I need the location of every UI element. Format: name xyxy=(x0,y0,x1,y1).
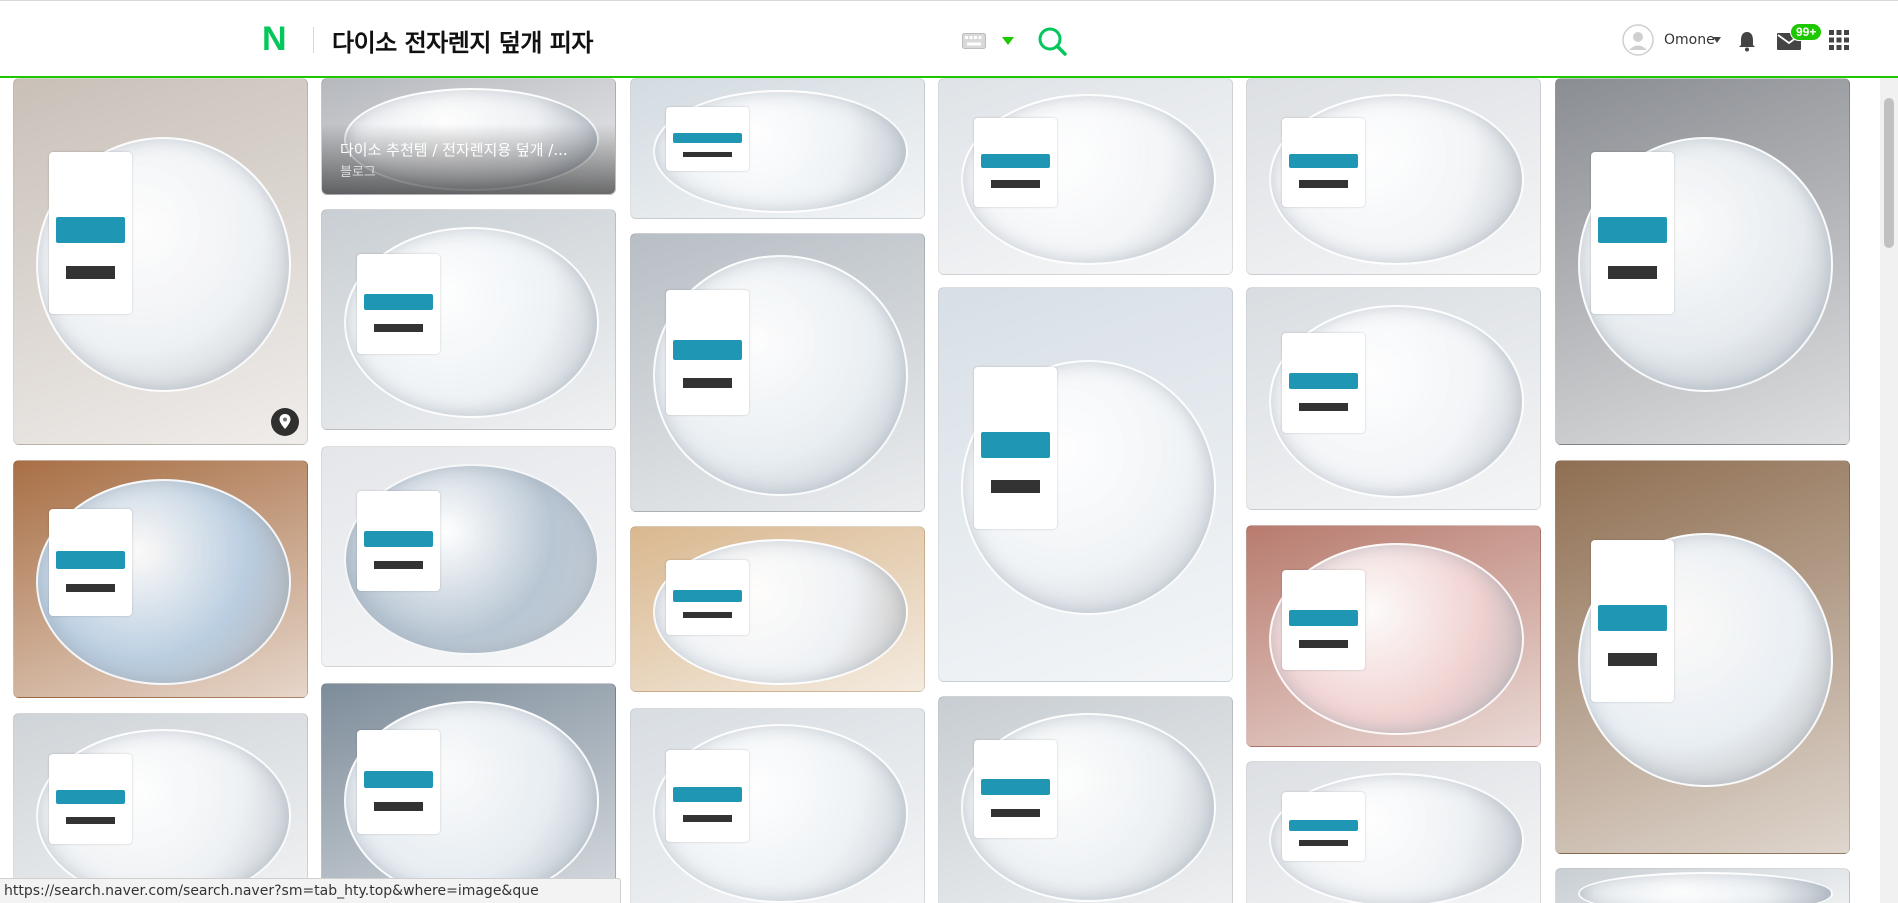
image-tile-18[interactable] xyxy=(630,708,925,903)
product-sticker xyxy=(49,754,132,844)
location-pin-icon[interactable] xyxy=(271,408,299,436)
product-sticker xyxy=(1591,539,1674,702)
product-sticker xyxy=(1282,118,1365,208)
image-tile-20[interactable] xyxy=(1246,761,1541,903)
chevron-down-icon[interactable] xyxy=(1713,37,1721,43)
product-sticker xyxy=(49,152,132,315)
image-tile-21[interactable] xyxy=(1555,868,1850,903)
image-tile-8[interactable] xyxy=(630,233,925,512)
naver-logo[interactable]: N xyxy=(262,21,290,57)
product-sticker xyxy=(974,367,1057,529)
mail-count-badge: 99+ xyxy=(1790,23,1823,41)
image-tile-10[interactable] xyxy=(1246,287,1541,510)
page: N 다이소 전자렌지 덮개 피자 Omone 99+ 다이소 추천템 / 전자렌… xyxy=(0,0,1898,903)
image-tile-7[interactable] xyxy=(321,209,616,430)
image-tile-11[interactable] xyxy=(13,460,308,698)
product-sticker xyxy=(357,491,440,591)
mail-button[interactable]: 99+ xyxy=(1776,23,1823,57)
product-sticker xyxy=(974,740,1057,839)
product-sticker xyxy=(357,730,440,834)
product-sticker xyxy=(1282,332,1365,433)
product-sticker xyxy=(357,254,440,354)
image-tile-5[interactable] xyxy=(1246,78,1541,275)
product-sticker xyxy=(1282,792,1365,861)
scrollbar[interactable] xyxy=(1880,78,1898,903)
product-sticker xyxy=(666,750,749,843)
search-icon[interactable] xyxy=(1036,25,1068,57)
product-sticker xyxy=(1591,152,1674,315)
image-tile-17[interactable] xyxy=(321,683,616,903)
blog-source: 블로그 xyxy=(340,165,376,180)
image-tile-15[interactable] xyxy=(1555,460,1850,854)
avatar[interactable] xyxy=(1622,24,1654,56)
image-tile-13[interactable] xyxy=(630,526,925,692)
product-sticker xyxy=(666,107,749,171)
image-tile-12[interactable] xyxy=(321,446,616,667)
lid-image xyxy=(1578,872,1833,903)
keyboard-icon[interactable] xyxy=(962,33,986,49)
search-header: N 다이소 전자렌지 덮개 피자 Omone 99+ xyxy=(0,0,1898,78)
product-sticker xyxy=(1282,570,1365,671)
product-sticker xyxy=(666,289,749,416)
product-sticker xyxy=(974,118,1057,208)
image-tile-4[interactable] xyxy=(938,78,1233,275)
search-query[interactable]: 다이소 전자렌지 덮개 피자 xyxy=(332,23,593,58)
product-sticker xyxy=(49,508,132,616)
header-divider xyxy=(313,27,314,53)
image-tile-14[interactable] xyxy=(1246,525,1541,747)
image-tile-1[interactable] xyxy=(13,78,308,445)
apps-grid-icon[interactable] xyxy=(1828,29,1850,51)
product-sticker xyxy=(666,560,749,635)
blog-title[interactable]: 다이소 추천템 / 전자렌지용 덮개 /... xyxy=(340,139,610,160)
image-tile-3[interactable] xyxy=(630,78,925,219)
bell-icon[interactable] xyxy=(1735,29,1759,53)
status-bar-url: https://search.naver.com/search.naver?sm… xyxy=(0,878,621,903)
image-tile-9[interactable] xyxy=(938,287,1233,682)
image-tile-19[interactable] xyxy=(938,696,1233,903)
scrollbar-thumb[interactable] xyxy=(1884,98,1894,248)
image-tile-2[interactable]: 다이소 추천템 / 전자렌지용 덮개 /... 블로그 xyxy=(321,78,616,195)
chevron-down-icon[interactable] xyxy=(1000,35,1016,47)
username[interactable]: Omone xyxy=(1664,32,1715,48)
image-tile-6[interactable] xyxy=(1555,78,1850,445)
image-tile-16[interactable] xyxy=(13,713,308,903)
